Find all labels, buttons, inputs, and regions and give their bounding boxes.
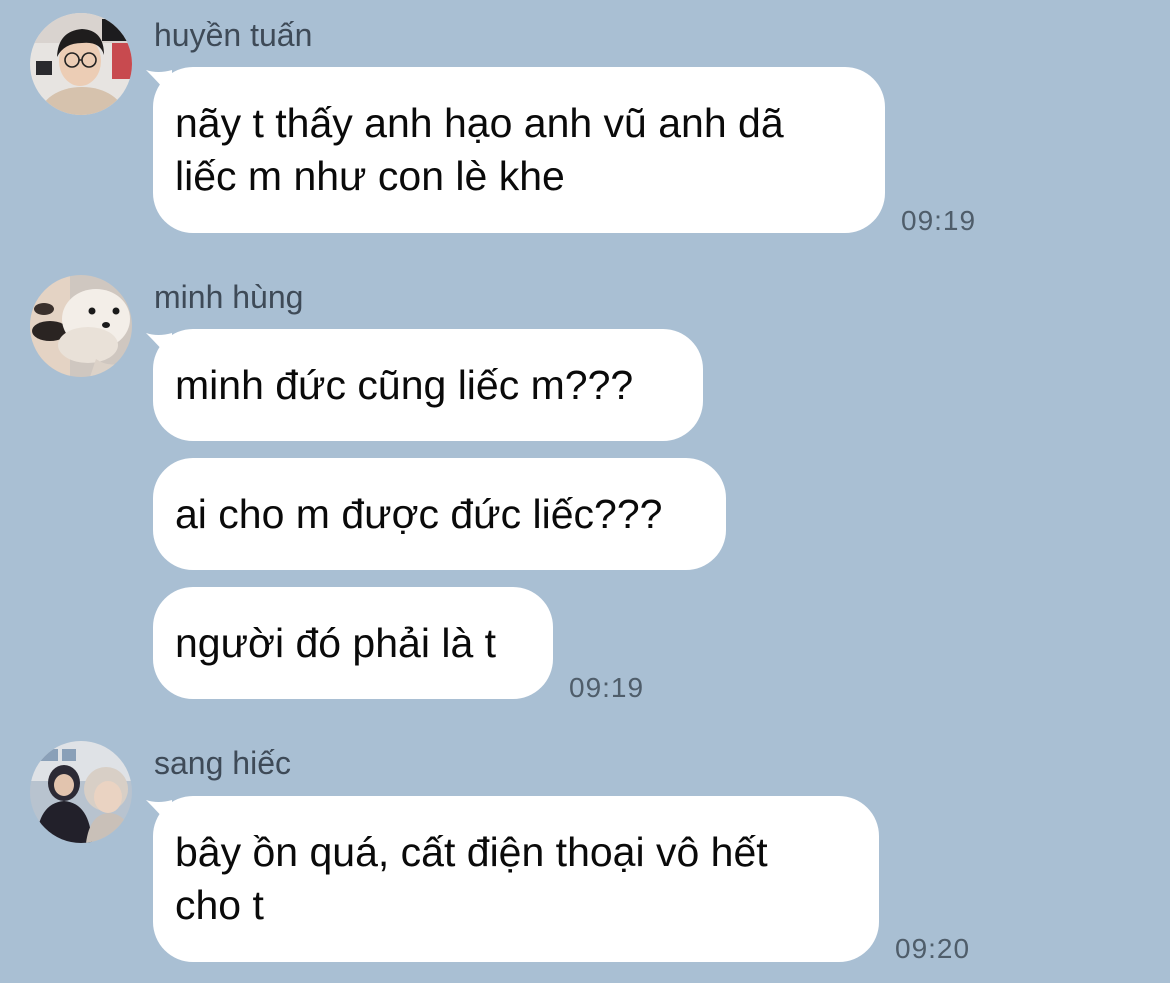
message-text-line: cho t xyxy=(175,882,264,928)
message-timestamp: 09:19 xyxy=(901,205,977,236)
message-text-line: minh đức cũng liếc m??? xyxy=(175,362,634,408)
message-timestamp: 09:19 xyxy=(569,672,645,703)
avatar[interactable] xyxy=(30,13,132,115)
message-text-line: người đó phải là t xyxy=(175,620,497,666)
message-bubble[interactable]: ai cho m được đức liếc??? xyxy=(153,458,726,570)
message-text-line: nãy t thấy anh hạo anh vũ anh dã xyxy=(175,100,784,146)
avatar[interactable] xyxy=(30,275,132,377)
sender-name: minh hùng xyxy=(154,279,304,315)
message-bubble[interactable]: nãy t thấy anh hạo anh vũ anh dã liếc m … xyxy=(153,67,885,233)
message-bubble[interactable]: minh đức cũng liếc m??? xyxy=(153,329,703,441)
message-timestamp: 09:20 xyxy=(895,933,971,964)
message-text-line: liếc m như con lè khe xyxy=(175,153,565,199)
message-text-line: ai cho m được đức liếc??? xyxy=(175,491,663,537)
message-bubble[interactable]: bây ồn quá, cất điện thoại vô hết cho t xyxy=(153,796,879,962)
sender-name: huyền tuấn xyxy=(154,17,313,53)
chat-message-list[interactable]: huyền tuấn nãy t thấy anh hạo anh vũ anh… xyxy=(0,0,1170,983)
message-text-line: bây ồn quá, cất điện thoại vô hết xyxy=(175,829,768,875)
message-bubble[interactable]: người đó phải là t xyxy=(153,587,553,699)
profile-photo-white-dog xyxy=(30,275,132,377)
avatar[interactable] xyxy=(30,741,132,843)
profile-photo-two-people xyxy=(30,741,132,843)
sender-name: sang hiếc xyxy=(154,745,291,781)
profile-photo-boy-glasses xyxy=(30,13,132,115)
